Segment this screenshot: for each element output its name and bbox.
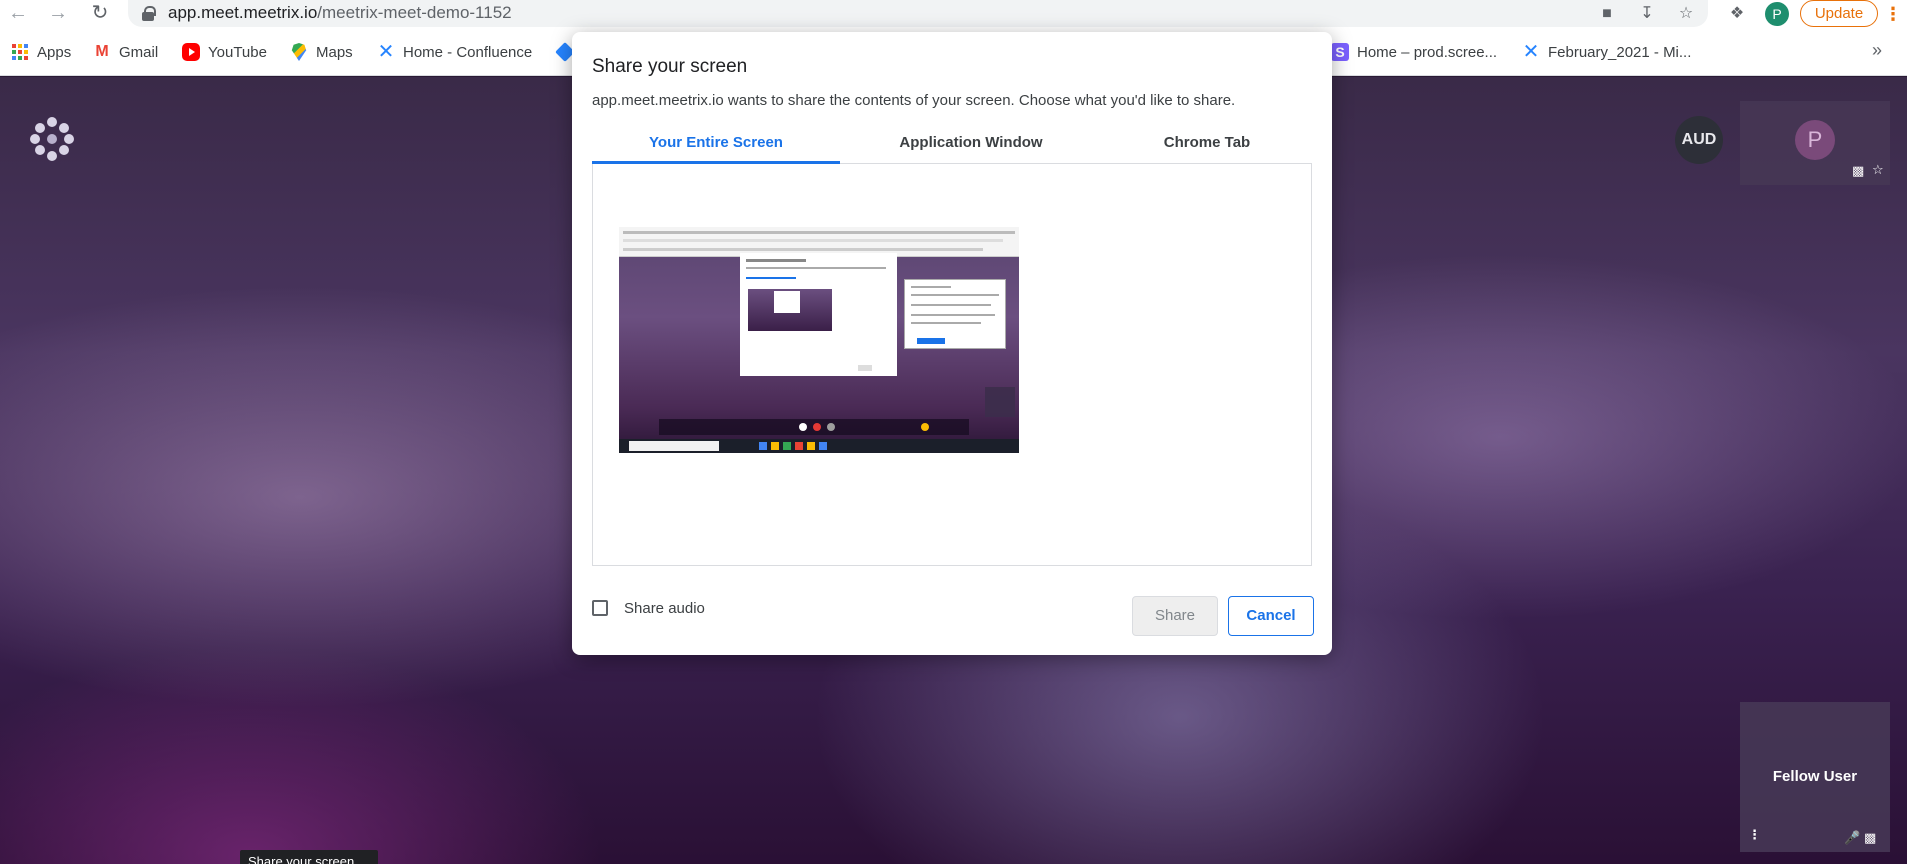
tab-application-window[interactable]: Application Window bbox=[840, 128, 1102, 164]
audio-badge[interactable]: AUD bbox=[1675, 116, 1723, 164]
share-tabs: Your Entire Screen Application Window Ch… bbox=[592, 128, 1312, 164]
forward-icon[interactable]: → bbox=[46, 2, 70, 26]
lock-icon[interactable] bbox=[142, 6, 156, 21]
confluence-icon: ✕ bbox=[377, 41, 395, 63]
update-button[interactable]: Update bbox=[1800, 0, 1878, 27]
bookmark-gmail[interactable]: M Gmail bbox=[93, 40, 158, 64]
tooltip: Share your screen bbox=[240, 850, 378, 864]
thumbnail-participant-tile bbox=[985, 387, 1015, 417]
more-options-icon[interactable]: ⋮ bbox=[1748, 827, 1761, 843]
install-icon[interactable]: ↧ bbox=[1636, 3, 1658, 25]
bookmark-label: Home – prod.scree... bbox=[1357, 43, 1498, 61]
profile-avatar[interactable]: P bbox=[1765, 2, 1789, 26]
thumbnail-nested-preview bbox=[748, 289, 832, 331]
maps-icon bbox=[291, 43, 307, 61]
url-path: /meetrix-meet-demo-1152 bbox=[317, 3, 512, 22]
participant-name: Fellow User bbox=[1772, 768, 1858, 785]
bookmark-confluence[interactable]: ✕ Home - Confluence bbox=[377, 40, 533, 64]
video-off-icon: ▩ bbox=[1852, 163, 1865, 178]
tab-chrome-tab[interactable]: Chrome Tab bbox=[1102, 128, 1312, 164]
screen-icon: S bbox=[1331, 43, 1349, 61]
participant-tile-self[interactable]: P ▩ ☆ bbox=[1740, 101, 1890, 185]
gmail-icon: M bbox=[95, 43, 109, 60]
dialog-description: app.meet.meetrix.io wants to share the c… bbox=[592, 92, 1236, 109]
share-audio-option[interactable]: Share audio bbox=[592, 596, 705, 620]
tab-entire-screen[interactable]: Your Entire Screen bbox=[592, 128, 840, 164]
apps-icon bbox=[12, 44, 28, 60]
bookmark-label: YouTube bbox=[208, 43, 267, 61]
bookmark-label: Home - Confluence bbox=[403, 43, 533, 61]
cancel-button[interactable]: Cancel bbox=[1228, 596, 1314, 636]
bookmark-label: February_2021 - Mi... bbox=[1548, 43, 1692, 61]
thumbnail-control-bar bbox=[659, 419, 969, 435]
extensions-icon[interactable]: ❖ bbox=[1726, 3, 1748, 25]
reload-icon[interactable]: ↻ bbox=[88, 2, 112, 26]
camera-icon[interactable]: ■ bbox=[1596, 3, 1618, 25]
screen-preview-area bbox=[592, 164, 1312, 566]
thumbnail-dialog bbox=[740, 253, 897, 376]
meetrix-logo-icon bbox=[30, 117, 74, 161]
participant-avatar: P bbox=[1795, 120, 1835, 160]
thumbnail-side-panel bbox=[904, 279, 1006, 349]
bookmark-apps[interactable]: Apps bbox=[12, 40, 71, 64]
video-off-icon: ▩ bbox=[1864, 830, 1877, 845]
bookmark-label: Gmail bbox=[119, 43, 159, 61]
url-text[interactable]: app.meet.meetrix.io/meetrix-meet-demo-11… bbox=[168, 3, 512, 23]
youtube-icon bbox=[182, 43, 200, 61]
participant-tile-fellow[interactable]: Fellow User ⋮ 🎤 ▩ bbox=[1740, 702, 1890, 852]
browser-toolbar: ← → ↻ app.meet.meetrix.io/meetrix-meet-d… bbox=[0, 0, 1907, 28]
share-button[interactable]: Share bbox=[1132, 596, 1218, 636]
bookmark-label: Apps bbox=[37, 43, 72, 61]
menu-icon[interactable]: ⋮ bbox=[1884, 3, 1902, 25]
bookmark-maps[interactable]: Maps bbox=[290, 40, 353, 64]
bookmark-february[interactable]: ✕ February_2021 - Mi... bbox=[1522, 40, 1692, 64]
bookmark-label: Maps bbox=[316, 43, 353, 61]
mic-off-icon: 🎤 bbox=[1844, 830, 1861, 845]
screen-thumbnail[interactable] bbox=[619, 227, 1019, 453]
star-icon[interactable]: ☆ bbox=[1675, 3, 1697, 25]
thumbnail-taskbar bbox=[619, 439, 1019, 453]
bookmark-prod-screen[interactable]: S Home – prod.scree... bbox=[1331, 40, 1497, 64]
dialog-title: Share your screen bbox=[592, 56, 748, 77]
share-audio-checkbox[interactable] bbox=[592, 600, 608, 616]
share-screen-dialog: Share your screen app.meet.meetrix.io wa… bbox=[572, 32, 1332, 655]
url-host: app.meet.meetrix.io bbox=[168, 3, 318, 22]
confluence-icon: ✕ bbox=[1522, 41, 1540, 63]
chevron-right-icon[interactable]: » bbox=[1872, 40, 1882, 61]
bookmark-youtube[interactable]: YouTube bbox=[182, 40, 267, 64]
star-icon[interactable]: ☆ bbox=[1872, 162, 1884, 178]
share-audio-label: Share audio bbox=[624, 599, 705, 617]
back-icon[interactable]: ← bbox=[6, 2, 30, 26]
